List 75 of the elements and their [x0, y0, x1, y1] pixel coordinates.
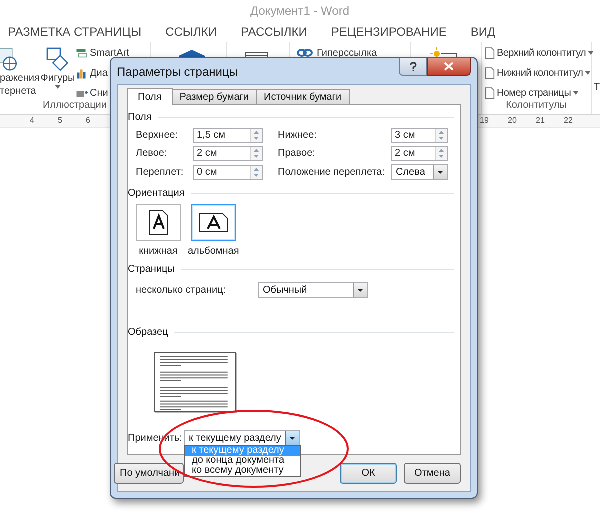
- ok-button[interactable]: ОК: [340, 462, 397, 484]
- group-label: Колонтитулы: [506, 100, 567, 111]
- ribbon-tab[interactable]: РЕЦЕНЗИРОВАНИЕ: [331, 25, 447, 39]
- ribbon-small-button[interactable]: Верхний колонтитул: [485, 45, 591, 61]
- gutter-dropdown[interactable]: Слева: [391, 164, 448, 180]
- input-field[interactable]: 2 см: [391, 146, 448, 161]
- smartart-icon: [76, 48, 88, 58]
- ribbon-tab[interactable]: РАССЫЛКИ: [241, 25, 308, 39]
- link-icon: [297, 47, 313, 59]
- input-field[interactable]: 2 см: [193, 146, 263, 161]
- section-title: Образец: [128, 326, 168, 338]
- ruler-number: 20: [508, 116, 517, 125]
- caret-icon: [573, 91, 580, 95]
- field-label: Верхнее:: [136, 130, 180, 141]
- caret-icon[interactable]: [55, 85, 61, 89]
- field-label: Нижнее:: [278, 130, 318, 141]
- ribbon-small-button[interactable]: Гиперссылка: [297, 45, 410, 61]
- ribbon-small-button[interactable]: Нижний колонтитул: [485, 65, 591, 81]
- page-icon: [485, 66, 495, 80]
- help-icon: [410, 62, 416, 72]
- ruler-number: 5: [58, 116, 62, 125]
- ribbon-small-button[interactable]: Сни: [76, 85, 130, 101]
- dropdown-option[interactable]: до конца документа: [185, 456, 300, 466]
- ruler-number: 21: [536, 116, 545, 125]
- group-label: Иллюстрации: [43, 100, 107, 111]
- dialog-tab[interactable]: Источник бумаги: [256, 89, 350, 104]
- caret-icon: [588, 51, 594, 55]
- dialog-title: Параметры страницы: [117, 65, 238, 79]
- orientation-button[interactable]: [136, 204, 181, 241]
- ribbon-small-button[interactable]: Номер страницы: [485, 85, 591, 101]
- close-icon: [444, 62, 454, 71]
- orientation-button[interactable]: [191, 204, 236, 241]
- orientation-label[interactable]: книжная: [139, 246, 178, 257]
- field-label: Правое:: [278, 148, 316, 159]
- ruler-number: 4: [30, 116, 34, 125]
- dialog-tab[interactable]: Поля: [127, 88, 173, 105]
- picture-globe-icon[interactable]: [0, 46, 18, 72]
- input-field[interactable]: 3 см: [391, 128, 448, 143]
- caret-icon: [585, 71, 592, 75]
- field-label: Переплет:: [136, 166, 185, 178]
- landscape-page-icon: [198, 212, 229, 232]
- field-label: Положение переплета:: [278, 166, 386, 178]
- dropdown-option[interactable]: ко всему документу: [185, 466, 300, 476]
- ribbon-button-label[interactable]: Фигуры: [40, 72, 76, 85]
- section-title: Страницы: [128, 264, 175, 274]
- pages-dropdown[interactable]: Обычный: [258, 282, 368, 298]
- dialog-tab[interactable]: Размер бумаги: [172, 89, 257, 104]
- ribbon-tab[interactable]: РАЗМЕТКА СТРАНИЦЫ: [8, 25, 142, 39]
- page-icon: [485, 46, 495, 60]
- ribbon-small-button[interactable]: SmartArt: [76, 45, 130, 61]
- field-label: несколько страниц:: [136, 284, 228, 296]
- ribbon-button-label[interactable]: ражения: [0, 72, 40, 85]
- input-field[interactable]: 0 см: [193, 164, 263, 180]
- portrait-page-icon: [148, 210, 168, 236]
- ribbon-button-label[interactable]: Т: [594, 82, 600, 93]
- section-title: Ориентация: [128, 188, 185, 198]
- window-title: Документ1 - Word: [250, 4, 350, 18]
- help-button[interactable]: [399, 58, 427, 76]
- bar-chart-icon: [76, 68, 88, 78]
- ruler-number: 6: [86, 116, 90, 125]
- ribbon-tab[interactable]: ССЫЛКИ: [166, 25, 218, 39]
- ruler-number: 22: [564, 116, 573, 125]
- section-title: Поля: [128, 112, 152, 122]
- input-field[interactable]: 1,5 см: [193, 128, 263, 143]
- cancel-button[interactable]: Отмена: [404, 462, 461, 484]
- close-button[interactable]: [427, 58, 471, 76]
- apply-dropdown[interactable]: к текущему разделу: [184, 430, 300, 446]
- orientation-label[interactable]: альбомная: [188, 246, 240, 257]
- page-icon: [485, 86, 495, 100]
- ribbon-button-label[interactable]: тернета: [0, 85, 36, 98]
- ruler-number: 19: [480, 116, 489, 125]
- field-label: Левое:: [136, 148, 168, 159]
- shapes-icon[interactable]: [45, 46, 71, 72]
- default-button[interactable]: По умолчани: [114, 462, 184, 484]
- ribbon-tab[interactable]: ВИД: [470, 25, 496, 39]
